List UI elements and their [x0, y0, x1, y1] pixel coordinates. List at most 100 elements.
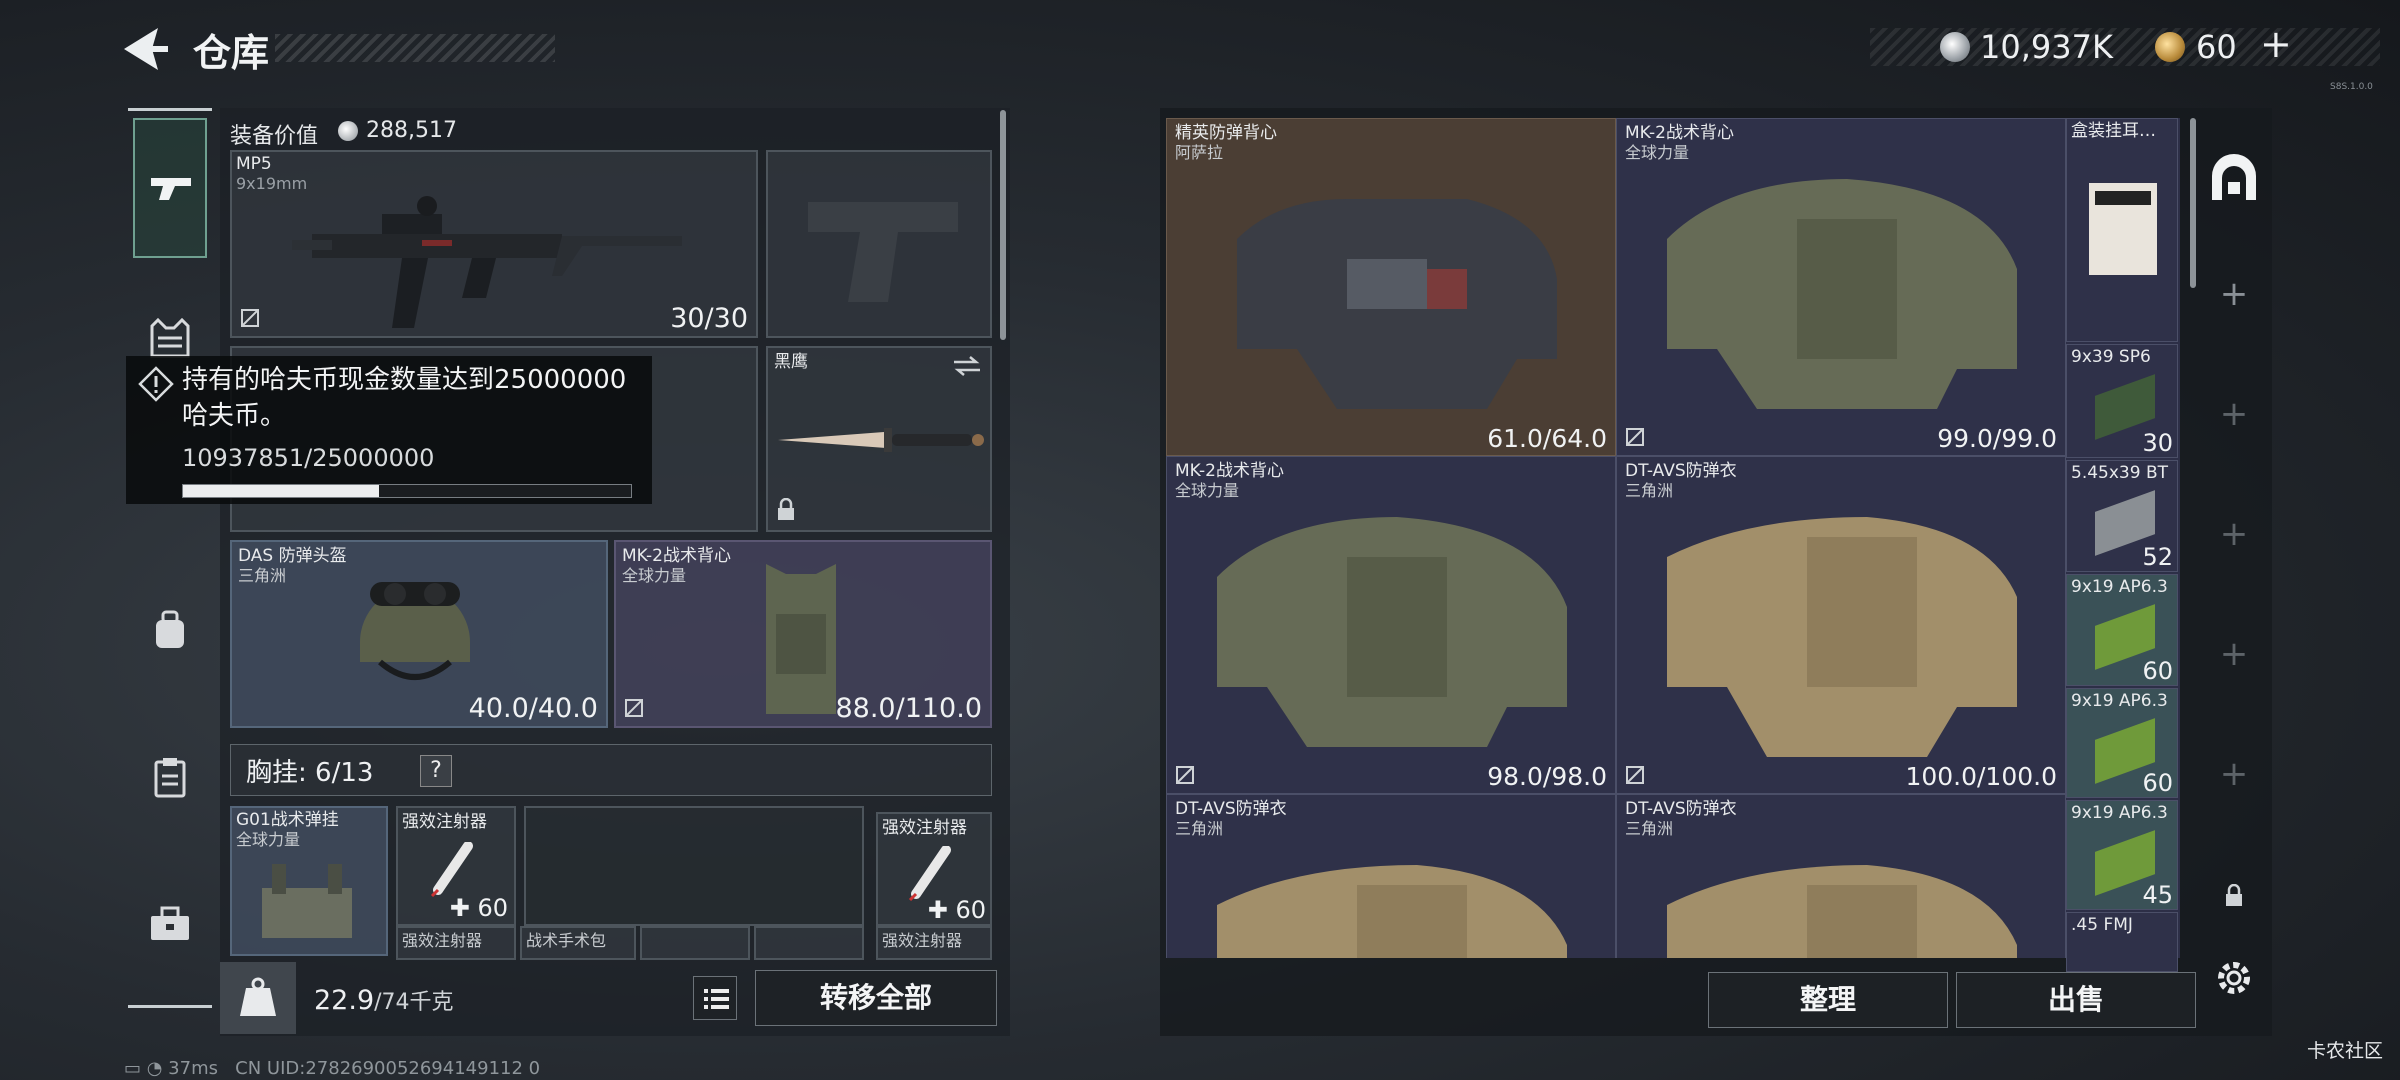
dt-avs-armor-image — [1667, 517, 2017, 757]
rig-slot-label: 战术手术包 — [526, 931, 607, 950]
item-name: 9x19 AP6.3 — [2071, 803, 2168, 823]
elite-vest-image — [1237, 199, 1557, 409]
equipment-value-label: 装备价值 — [230, 124, 319, 149]
carry-weight: 22.9/74千克 — [314, 984, 454, 1016]
mp5-image — [292, 196, 682, 328]
helmet-image — [360, 582, 470, 680]
rig-empty-slot[interactable] — [524, 806, 864, 926]
add-tab-button[interactable]: + — [2206, 754, 2262, 794]
weight-current: 22.9 — [314, 985, 375, 1016]
add-tab-button[interactable]: + — [2206, 274, 2262, 314]
item-count: 60 — [2142, 657, 2173, 685]
no-insure-icon — [1176, 766, 1194, 784]
no-insure-icon — [1626, 766, 1644, 784]
warehouse-item[interactable]: DT-AVS防弹衣 三角洲 — [1166, 794, 1616, 958]
warehouse-scrollbar[interactable] — [2190, 118, 2196, 288]
add-tab-button[interactable]: + — [2206, 514, 2262, 554]
rig-slot-partial[interactable] — [754, 926, 864, 960]
transfer-all-button[interactable]: 转移全部 — [755, 970, 997, 1026]
vest-icon[interactable] — [150, 316, 190, 360]
warehouse-item-ammo[interactable]: 9x19 AP6.3 45 — [2066, 800, 2178, 910]
gear-icon[interactable] — [2212, 956, 2256, 1000]
rig-slot-label: 强效注射器 — [402, 931, 483, 950]
rig-item-injector-2[interactable]: 强效注射器 ✚ 60 — [876, 812, 992, 926]
weapon-name: MP5 — [236, 154, 272, 174]
helmet-faction: 三角洲 — [238, 566, 287, 585]
no-insure-icon — [625, 699, 643, 717]
list-view-button[interactable] — [693, 976, 737, 1020]
armor-durability: 88.0/110.0 — [835, 693, 982, 724]
swap-icon[interactable] — [952, 354, 982, 378]
rig-item-name: 强效注射器 — [882, 818, 967, 838]
back-arrow-icon[interactable] — [120, 26, 170, 72]
add-currency-button[interactable]: + — [2260, 22, 2292, 66]
warehouse-grid: 精英防弹背心 阿萨拉 61.0/64.0 MK-2战术背心 全球力量 99.0/99… — [1166, 118, 2180, 958]
chest-rig-help-button[interactable]: ? — [420, 755, 452, 787]
item-count: 60 — [2142, 769, 2173, 797]
notification-progress-bar — [182, 484, 632, 498]
helmet-name: DAS 防弹头盔 — [238, 546, 347, 566]
no-insure-icon — [241, 309, 259, 327]
value-coin-icon — [338, 121, 358, 141]
battery-icon: ▭ — [124, 1058, 147, 1079]
weight-max: /74千克 — [374, 990, 454, 1015]
rig-slot-partial[interactable]: 强效注射器 — [396, 926, 516, 960]
progress-fill — [183, 485, 379, 497]
clipboard-icon[interactable] — [152, 756, 188, 800]
warehouse-tab-icon[interactable] — [2208, 152, 2260, 204]
warehouse-item[interactable]: MK-2战术背心 全球力量 98.0/98.0 — [1166, 456, 1616, 794]
list-icon — [704, 989, 729, 1009]
wifi-icon: ◔ — [146, 1058, 169, 1079]
warehouse-item-ammo[interactable]: 9x39 SP6 30 — [2066, 344, 2178, 458]
warehouse-item-ammo[interactable]: .45 FMJ — [2066, 912, 2178, 972]
side-bottom-line — [128, 1005, 212, 1008]
warehouse-item-ammo[interactable]: 9x19 AP6.3 60 — [2066, 574, 2178, 686]
rig-item-injector-1[interactable]: 强效注射器 ✚ 60 — [396, 806, 516, 926]
warehouse-item[interactable]: MK-2战术背心 全球力量 99.0/99.0 — [1616, 118, 2066, 456]
ticket-amount: 60 — [2196, 28, 2237, 66]
rig-slot-partial[interactable]: 战术手术包 — [520, 926, 636, 960]
no-insure-icon — [1626, 428, 1644, 446]
page-title: 仓库 — [193, 31, 270, 75]
rig-slot-partial[interactable] — [640, 926, 750, 960]
watermark-text: 卡农社区 — [2307, 1040, 2384, 1062]
melee-slot[interactable]: 黑鹰 — [766, 346, 992, 532]
rig-item-name: 强效注射器 — [402, 812, 487, 832]
item-name: 9x39 SP6 — [2071, 347, 2151, 367]
warehouse-item-ammo[interactable]: 5.45x39 BT 52 — [2066, 460, 2178, 572]
warehouse-item[interactable]: DT-AVS防弹衣 三角洲 100.0/100.0 — [1616, 456, 2066, 794]
warning-icon — [138, 366, 174, 402]
syringe-image — [430, 842, 473, 898]
sell-button[interactable]: 出售 — [1956, 972, 2196, 1028]
item-durability: 98.0/98.0 — [1487, 762, 1607, 791]
item-name: DT-AVS防弹衣 — [1625, 461, 1737, 481]
rig-item-count: 60 — [477, 894, 508, 922]
backpack-icon[interactable] — [150, 608, 190, 652]
warehouse-item[interactable]: DT-AVS防弹衣 三角洲 — [1616, 794, 2066, 958]
add-tab-button[interactable]: + — [2206, 634, 2262, 674]
loadout-scrollbar[interactable] — [1000, 110, 1006, 340]
warehouse-item[interactable]: 精英防弹背心 阿萨拉 61.0/64.0 — [1166, 118, 1616, 456]
item-name: MK-2战术背心 — [1175, 461, 1284, 481]
item-name: MK-2战术背心 — [1625, 123, 1734, 143]
dt-avs-armor-image — [1217, 865, 1567, 958]
sort-button[interactable]: 整理 — [1708, 972, 1948, 1028]
rig-item-g01[interactable]: G01战术弹挂 全球力量 — [230, 806, 388, 956]
side-tab-weapons[interactable] — [133, 118, 207, 258]
rig-item-faction: 全球力量 — [236, 830, 301, 849]
status-bar: ▭ ◔ 37ms CN UID:2782690052694149112 0 — [124, 1058, 540, 1079]
weight-bag-button[interactable] — [220, 962, 296, 1034]
primary-weapon-slot[interactable]: MP5 9x19mm 30/30 — [230, 150, 758, 338]
warehouse-item-ammo[interactable]: 9x19 AP6.3 60 — [2066, 688, 2178, 798]
item-count: 30 — [2142, 429, 2173, 457]
pistol-slot[interactable] — [766, 150, 992, 338]
item-name: 盒装挂耳… — [2071, 121, 2156, 141]
armor-slot[interactable]: MK-2战术背心 全球力量 88.0/110.0 — [614, 540, 992, 728]
helmet-slot[interactable]: DAS 防弹头盔 三角洲 40.0/40.0 — [230, 540, 608, 728]
add-tab-button[interactable]: + — [2206, 394, 2262, 434]
warehouse-item-coffee[interactable]: 盒装挂耳… — [2066, 118, 2178, 342]
toolbox-icon[interactable] — [148, 904, 192, 944]
plus-icon: ✚ — [927, 896, 956, 924]
rig-slot-partial[interactable]: 强效注射器 — [876, 926, 992, 960]
item-count: 45 — [2142, 881, 2173, 909]
